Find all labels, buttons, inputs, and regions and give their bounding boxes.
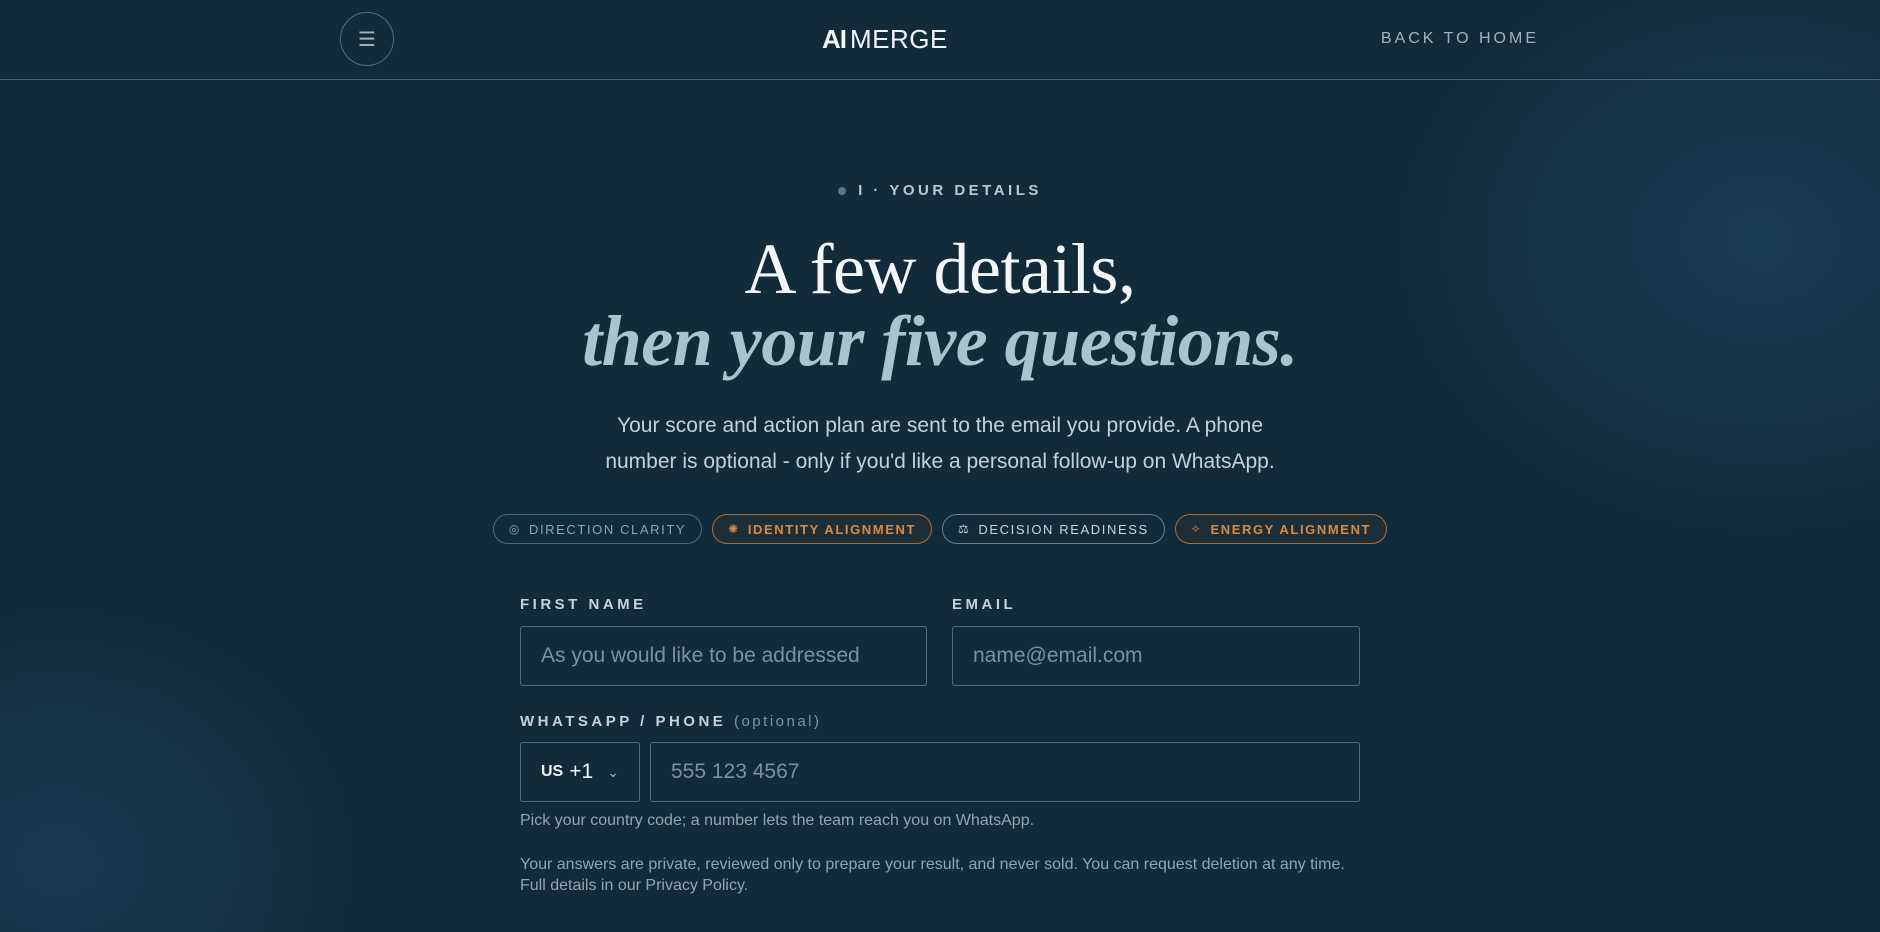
logo-mark: AI [822, 23, 847, 54]
step-indicator: I · YOUR DETAILS [0, 182, 1880, 199]
dimension-tags: ◎ DIRECTION CLARITY ✺ IDENTITY ALIGNMENT… [0, 514, 1880, 544]
page-title: A few details, [744, 229, 1136, 309]
tag-label: IDENTITY ALIGNMENT [747, 521, 917, 537]
first-name-label: FIRST NAME [520, 596, 647, 613]
page-title-italic: then your five questions. [582, 301, 1298, 381]
hamburger-icon: ☰ [358, 28, 376, 51]
tag-label: DECISION READINESS [978, 521, 1149, 537]
tag-identity-alignment: ✺ IDENTITY ALIGNMENT [712, 514, 933, 544]
phone-input[interactable] [650, 742, 1360, 802]
phone-label: WHATSAPP / PHONE (optional) [520, 713, 822, 730]
logo-word: MERGE [850, 23, 948, 54]
spark-icon: ✧ [1190, 522, 1203, 536]
page-subtitle: Your score and action plan are sent to t… [605, 414, 1275, 473]
chevron-down-icon: ⌄ [607, 763, 619, 780]
scale-icon: ⚖ [958, 522, 971, 536]
back-to-home-link[interactable]: BACK TO HOME [1381, 30, 1539, 48]
first-name-input[interactable] [520, 626, 927, 686]
fingerprint-icon: ✺ [728, 522, 740, 536]
logo[interactable]: AI MERGE [822, 24, 948, 54]
tag-direction-clarity: ◎ DIRECTION CLARITY [492, 514, 703, 544]
tag-decision-readiness: ⚖ DECISION READINESS [942, 514, 1165, 544]
privacy-policy-note[interactable]: Full details in our Privacy Policy. [520, 875, 748, 896]
menu-button[interactable]: ☰ [340, 12, 394, 66]
phone-label-text: WHATSAPP / PHONE [520, 713, 727, 730]
step-dot [838, 186, 847, 195]
tag-label: ENERGY ALIGNMENT [1210, 521, 1372, 537]
top-header: ☰ AI MERGE BACK TO HOME [0, 0, 1880, 80]
tag-energy-alignment: ✧ ENERGY ALIGNMENT [1174, 514, 1388, 544]
email-label: EMAIL [952, 596, 1017, 613]
country-code: US [541, 763, 564, 780]
tag-label: DIRECTION CLARITY [528, 521, 687, 537]
email-input[interactable] [952, 626, 1360, 686]
dial-code: +1 [569, 760, 594, 783]
phone-optional-label: (optional) [733, 713, 822, 730]
compass-icon: ◎ [508, 522, 521, 536]
step-label: I · YOUR DETAILS [858, 182, 1042, 199]
phone-hint: Pick your country code; a number lets th… [520, 812, 1035, 829]
privacy-note: Your answers are private, reviewed only … [520, 856, 1345, 873]
country-code-select[interactable]: US +1 ⌄ [520, 742, 640, 802]
